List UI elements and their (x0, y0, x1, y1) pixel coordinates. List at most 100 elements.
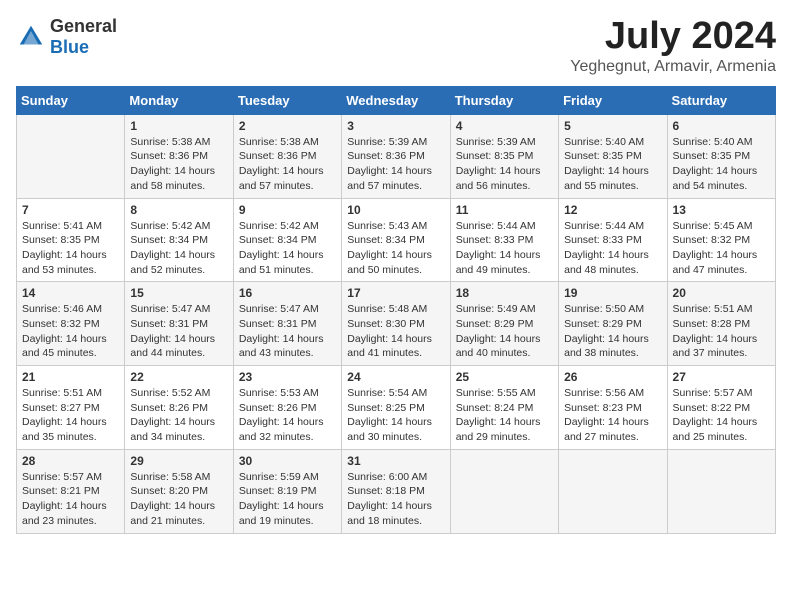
cell-info: Sunrise: 5:47 AMSunset: 8:31 PMDaylight:… (130, 303, 215, 359)
day-number: 19 (564, 286, 661, 300)
week-row-1: 1 Sunrise: 5:38 AMSunset: 8:36 PMDaylight… (17, 114, 776, 198)
day-number: 15 (130, 286, 227, 300)
cell-info: Sunrise: 5:47 AMSunset: 8:31 PMDaylight:… (239, 303, 324, 359)
day-number: 21 (22, 370, 119, 384)
day-number: 30 (239, 454, 336, 468)
calendar-cell: 20Sunrise: 5:51 AMSunset: 8:28 PMDayligh… (667, 282, 775, 366)
weekday-header-thursday: Thursday (450, 86, 558, 114)
cell-info: Sunrise: 5:51 AMSunset: 8:27 PMDaylight:… (22, 387, 107, 443)
cell-info: Sunrise: 6:00 AMSunset: 8:18 PMDaylight:… (347, 471, 432, 527)
day-number: 2 (239, 119, 336, 133)
weekday-header-row: SundayMondayTuesdayWednesdayThursdayFrid… (17, 86, 776, 114)
cell-info: Sunrise: 5:57 AMSunset: 8:22 PMDaylight:… (673, 387, 758, 443)
day-number: 16 (239, 286, 336, 300)
logo-general: General (50, 16, 117, 36)
calendar-cell: 23Sunrise: 5:53 AMSunset: 8:26 PMDayligh… (233, 366, 341, 450)
logo: General Blue (16, 16, 117, 58)
calendar-cell: 30 Sunrise: 5:59 AMSunset: 8:19 PMDayligh… (233, 449, 341, 533)
month-title: July 2024 (570, 16, 776, 58)
day-number: 24 (347, 370, 444, 384)
calendar-cell: 10Sunrise: 5:43 AMSunset: 8:34 PMDayligh… (342, 198, 450, 282)
cell-info: Sunrise: 5:38 AMSunset: 8:36 PMDaylight:… (130, 136, 215, 192)
calendar-cell: 8 Sunrise: 5:42 AMSunset: 8:34 PMDaylight… (125, 198, 233, 282)
weekday-header-friday: Friday (559, 86, 667, 114)
logo-icon (16, 22, 46, 52)
weekday-header-saturday: Saturday (667, 86, 775, 114)
day-number: 7 (22, 203, 119, 217)
day-number: 20 (673, 286, 770, 300)
day-number: 14 (22, 286, 119, 300)
cell-info: Sunrise: 5:41 AMSunset: 8:35 PMDaylight:… (22, 220, 107, 276)
day-number: 27 (673, 370, 770, 384)
calendar-cell: 28 Sunrise: 5:57 AMSunset: 8:21 PMDayligh… (17, 449, 125, 533)
header: General Blue July 2024 Yeghegnut, Armavi… (16, 16, 776, 76)
cell-info: Sunrise: 5:58 AMSunset: 8:20 PMDaylight:… (130, 471, 215, 527)
day-number: 25 (456, 370, 553, 384)
weekday-header-tuesday: Tuesday (233, 86, 341, 114)
calendar-cell: 4 Sunrise: 5:39 AMSunset: 8:35 PMDaylight… (450, 114, 558, 198)
day-number: 4 (456, 119, 553, 133)
day-number: 10 (347, 203, 444, 217)
cell-info: Sunrise: 5:50 AMSunset: 8:29 PMDaylight:… (564, 303, 649, 359)
calendar-cell (559, 449, 667, 533)
day-number: 13 (673, 203, 770, 217)
calendar-cell: 31 Sunrise: 6:00 AMSunset: 8:18 PMDayligh… (342, 449, 450, 533)
calendar-cell: 24Sunrise: 5:54 AMSunset: 8:25 PMDayligh… (342, 366, 450, 450)
calendar-cell: 6Sunrise: 5:40 AMSunset: 8:35 PMDaylight… (667, 114, 775, 198)
calendar-table: SundayMondayTuesdayWednesdayThursdayFrid… (16, 86, 776, 534)
location-title: Yeghegnut, Armavir, Armenia (570, 58, 776, 76)
calendar-cell: 15 Sunrise: 5:47 AMSunset: 8:31 PMDayligh… (125, 282, 233, 366)
title-area: July 2024 Yeghegnut, Armavir, Armenia (570, 16, 776, 76)
week-row-2: 7 Sunrise: 5:41 AMSunset: 8:35 PMDaylight… (17, 198, 776, 282)
week-row-3: 14Sunrise: 5:46 AMSunset: 8:32 PMDayligh… (17, 282, 776, 366)
week-row-5: 28 Sunrise: 5:57 AMSunset: 8:21 PMDayligh… (17, 449, 776, 533)
cell-info: Sunrise: 5:56 AMSunset: 8:23 PMDaylight:… (564, 387, 649, 443)
weekday-header-sunday: Sunday (17, 86, 125, 114)
day-number: 17 (347, 286, 444, 300)
day-number: 23 (239, 370, 336, 384)
cell-info: Sunrise: 5:42 AMSunset: 8:34 PMDaylight:… (239, 220, 324, 276)
cell-info: Sunrise: 5:42 AMSunset: 8:34 PMDaylight:… (130, 220, 215, 276)
cell-info: Sunrise: 5:44 AMSunset: 8:33 PMDaylight:… (564, 220, 649, 276)
calendar-cell: 25 Sunrise: 5:55 AMSunset: 8:24 PMDayligh… (450, 366, 558, 450)
cell-info: Sunrise: 5:49 AMSunset: 8:29 PMDaylight:… (456, 303, 541, 359)
logo-text: General Blue (50, 16, 117, 58)
cell-info: Sunrise: 5:39 AMSunset: 8:36 PMDaylight:… (347, 136, 432, 192)
calendar-cell: 1 Sunrise: 5:38 AMSunset: 8:36 PMDaylight… (125, 114, 233, 198)
calendar-cell: 17Sunrise: 5:48 AMSunset: 8:30 PMDayligh… (342, 282, 450, 366)
calendar-cell: 13Sunrise: 5:45 AMSunset: 8:32 PMDayligh… (667, 198, 775, 282)
cell-info: Sunrise: 5:55 AMSunset: 8:24 PMDaylight:… (456, 387, 541, 443)
calendar-cell: 5Sunrise: 5:40 AMSunset: 8:35 PMDaylight… (559, 114, 667, 198)
day-number: 11 (456, 203, 553, 217)
logo-blue: Blue (50, 37, 89, 57)
calendar-cell: 12Sunrise: 5:44 AMSunset: 8:33 PMDayligh… (559, 198, 667, 282)
calendar-cell: 2Sunrise: 5:38 AMSunset: 8:36 PMDaylight… (233, 114, 341, 198)
cell-info: Sunrise: 5:39 AMSunset: 8:35 PMDaylight:… (456, 136, 541, 192)
day-number: 3 (347, 119, 444, 133)
calendar-cell: 18Sunrise: 5:49 AMSunset: 8:29 PMDayligh… (450, 282, 558, 366)
calendar-cell (450, 449, 558, 533)
day-number: 1 (130, 119, 227, 133)
day-number: 31 (347, 454, 444, 468)
day-number: 8 (130, 203, 227, 217)
calendar-cell: 22 Sunrise: 5:52 AMSunset: 8:26 PMDayligh… (125, 366, 233, 450)
day-number: 29 (130, 454, 227, 468)
cell-info: Sunrise: 5:52 AMSunset: 8:26 PMDaylight:… (130, 387, 215, 443)
cell-info: Sunrise: 5:59 AMSunset: 8:19 PMDaylight:… (239, 471, 324, 527)
calendar-cell: 21 Sunrise: 5:51 AMSunset: 8:27 PMDayligh… (17, 366, 125, 450)
day-number: 22 (130, 370, 227, 384)
day-number: 6 (673, 119, 770, 133)
day-number: 28 (22, 454, 119, 468)
weekday-header-monday: Monday (125, 86, 233, 114)
calendar-cell: 3 Sunrise: 5:39 AMSunset: 8:36 PMDaylight… (342, 114, 450, 198)
calendar-cell (667, 449, 775, 533)
day-number: 5 (564, 119, 661, 133)
day-number: 26 (564, 370, 661, 384)
cell-info: Sunrise: 5:57 AMSunset: 8:21 PMDaylight:… (22, 471, 107, 527)
weekday-header-wednesday: Wednesday (342, 86, 450, 114)
calendar-cell: 14Sunrise: 5:46 AMSunset: 8:32 PMDayligh… (17, 282, 125, 366)
calendar-cell (17, 114, 125, 198)
day-number: 9 (239, 203, 336, 217)
calendar-cell: 16 Sunrise: 5:47 AMSunset: 8:31 PMDayligh… (233, 282, 341, 366)
calendar-cell: 19 Sunrise: 5:50 AMSunset: 8:29 PMDayligh… (559, 282, 667, 366)
